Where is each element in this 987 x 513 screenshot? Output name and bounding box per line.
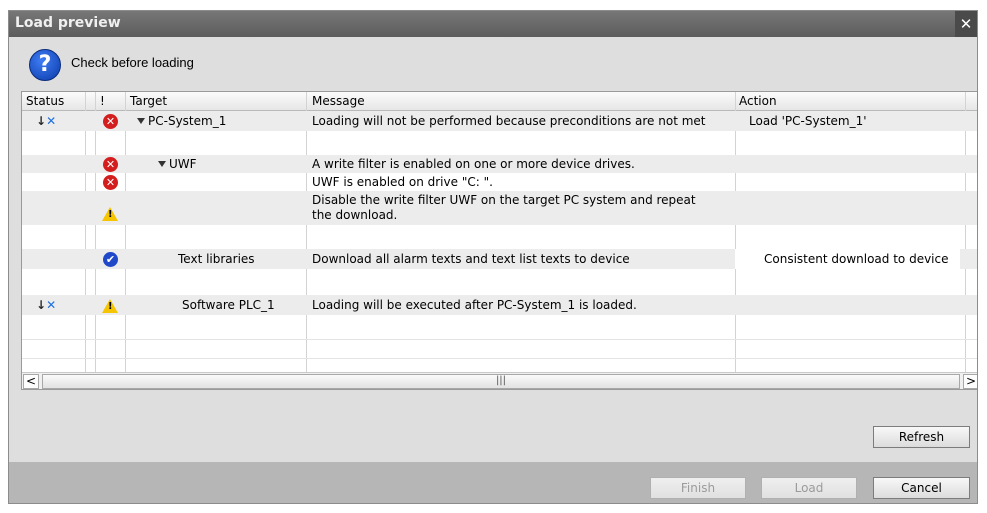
- load-preview-table: Status ! Target Message Action ↓✕ ✕ PC-S…: [21, 91, 977, 390]
- expand-arrow-icon[interactable]: [137, 118, 145, 124]
- message-cell-line2: the download.: [312, 208, 398, 222]
- warning-icon: !: [102, 207, 118, 221]
- table-row[interactable]: ✕ UWF A write filter is enabled on one o…: [22, 155, 977, 173]
- ok-icon: ✔: [103, 252, 118, 267]
- column-action[interactable]: Action: [739, 94, 777, 108]
- scroll-right-icon[interactable]: >: [963, 374, 977, 389]
- target-cell: Software PLC_1: [182, 298, 275, 312]
- table-row[interactable]: ✔ Text libraries Download all alarm text…: [22, 249, 977, 269]
- close-button[interactable]: ✕: [955, 11, 977, 37]
- load-button[interactable]: Load: [761, 477, 857, 499]
- footer-bar: Finish Load Cancel: [9, 462, 977, 503]
- table-row[interactable]: ✕ UWF is enabled on drive "C: ".: [22, 173, 977, 191]
- table-row[interactable]: ! Disable the write filter UWF on the ta…: [22, 191, 977, 225]
- dialog-title: Load preview: [15, 15, 121, 31]
- table-row[interactable]: ↓✕ ! Software PLC_1 Loading will be exec…: [22, 295, 977, 315]
- download-icon: ↓✕: [36, 298, 57, 312]
- close-icon[interactable]: ✕: [960, 15, 973, 33]
- message-cell-line1: Disable the write filter UWF on the targ…: [312, 193, 696, 207]
- scroll-left-icon[interactable]: <: [23, 374, 39, 389]
- refresh-button[interactable]: Refresh: [873, 426, 970, 448]
- title-bar: Load preview ✕: [9, 11, 977, 37]
- column-message[interactable]: Message: [312, 94, 365, 108]
- target-cell: Text libraries: [178, 252, 255, 266]
- message-cell: Download all alarm texts and text list t…: [312, 252, 630, 266]
- error-icon: ✕: [103, 175, 118, 190]
- empty-row: [22, 339, 977, 359]
- target-cell: PC-System_1: [148, 114, 227, 128]
- error-icon: ✕: [103, 114, 118, 129]
- target-cell: UWF: [169, 157, 197, 171]
- table-header: Status ! Target Message Action: [22, 92, 977, 111]
- column-status[interactable]: Status: [26, 94, 64, 108]
- question-icon: ?: [29, 49, 61, 81]
- message-cell: Loading will be executed after PC-System…: [312, 298, 637, 312]
- message-cell: A write filter is enabled on one or more…: [312, 157, 635, 171]
- table-row[interactable]: ↓✕ ✕ PC-System_1 Loading will not be per…: [22, 111, 977, 131]
- load-preview-dialog: Load preview ✕ ? Check before loading St…: [8, 10, 978, 504]
- action-cell[interactable]: Load 'PC-System_1': [749, 114, 867, 128]
- message-cell: Loading will not be performed because pr…: [312, 114, 706, 128]
- warning-icon: !: [102, 299, 118, 313]
- header-text: Check before loading: [71, 55, 194, 70]
- scroll-thumb[interactable]: |||: [42, 374, 960, 389]
- download-icon: ↓✕: [36, 114, 57, 128]
- action-cell[interactable]: Consistent download to device: [764, 252, 949, 266]
- cancel-button[interactable]: Cancel: [873, 477, 970, 499]
- expand-arrow-icon[interactable]: [158, 161, 166, 167]
- error-icon: ✕: [103, 157, 118, 172]
- column-target[interactable]: Target: [130, 94, 167, 108]
- finish-button[interactable]: Finish: [650, 477, 746, 499]
- column-flag[interactable]: !: [100, 94, 105, 108]
- horizontal-scrollbar[interactable]: < ||| >: [22, 372, 977, 389]
- message-cell: UWF is enabled on drive "C: ".: [312, 175, 493, 189]
